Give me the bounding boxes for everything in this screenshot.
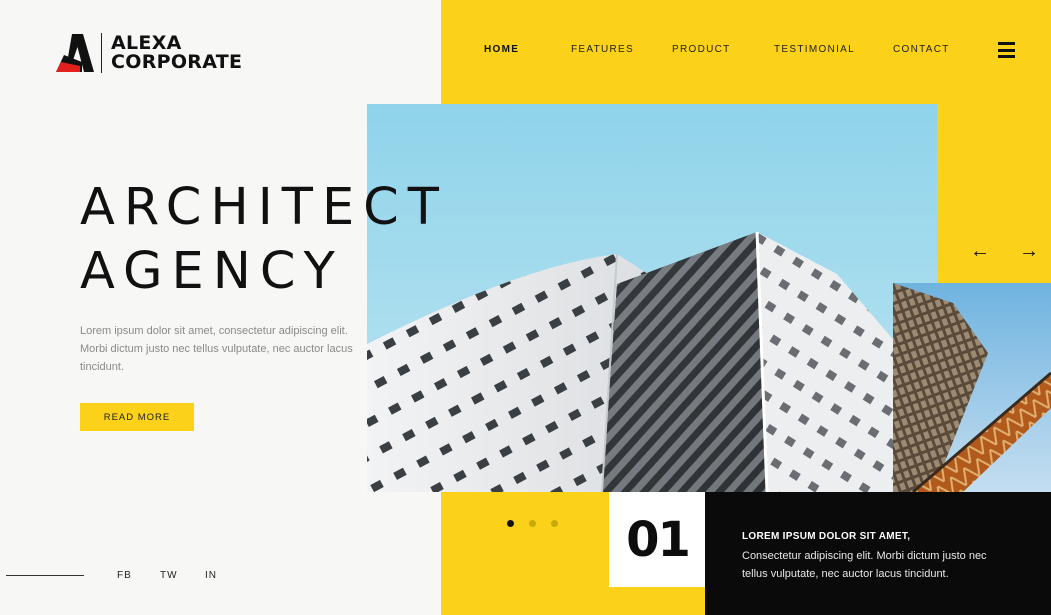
nav-item-contact[interactable]: CONTACT [893, 44, 950, 55]
logo-a-icon [56, 34, 94, 72]
read-more-button[interactable]: READ MORE [80, 403, 194, 431]
slider-dots [507, 520, 558, 527]
nav-item-product[interactable]: PRODUCT [672, 44, 731, 55]
slide-number: 01 [626, 512, 691, 568]
slider-dot-2[interactable] [529, 520, 536, 527]
slider-dot-1[interactable] [507, 520, 514, 527]
hero-title-line2: AGENCY [80, 242, 344, 301]
slide-info-box: LOREM IPSUM DOLOR SIT AMET, Consectetur … [705, 492, 1051, 615]
brand-name-line2: CORPORATE [111, 51, 243, 73]
slide-info-title: LOREM IPSUM DOLOR SIT AMET, [742, 531, 911, 542]
arrow-left-icon[interactable]: ← [969, 241, 991, 261]
landing-page: ALEXA CORPORATE HOME FEATURES PRODUCT TE… [0, 0, 1051, 615]
hero-description: Lorem ipsum dolor sit amet, consectetur … [80, 325, 353, 373]
social-link-twitter[interactable]: TW [160, 570, 178, 581]
slide-number-box: 01 [609, 492, 706, 587]
brand-logo[interactable]: ALEXA CORPORATE [55, 33, 242, 73]
nav-item-testimonial[interactable]: TESTIMONIAL [774, 44, 855, 55]
social-link-facebook[interactable]: FB [117, 570, 132, 581]
slide-info-text: Consectetur adipiscing elit. Morbi dictu… [742, 550, 987, 580]
hero-building-image [367, 104, 937, 492]
slider-dot-3[interactable] [551, 520, 558, 527]
social-divider [6, 575, 84, 576]
social-link-instagram[interactable]: IN [205, 570, 217, 581]
nav-item-home[interactable]: HOME [484, 44, 519, 55]
hero-title-line1: ARCHITECT [80, 178, 448, 237]
brand-name: ALEXA CORPORATE [111, 34, 242, 72]
side-building-image [893, 283, 1051, 492]
nav-item-features[interactable]: FEATURES [571, 44, 634, 55]
hero-title: ARCHITECT AGENCY [80, 176, 448, 304]
logo-divider [101, 33, 102, 73]
arrow-right-icon[interactable]: → [1018, 241, 1040, 261]
hamburger-menu-icon[interactable] [998, 42, 1015, 58]
